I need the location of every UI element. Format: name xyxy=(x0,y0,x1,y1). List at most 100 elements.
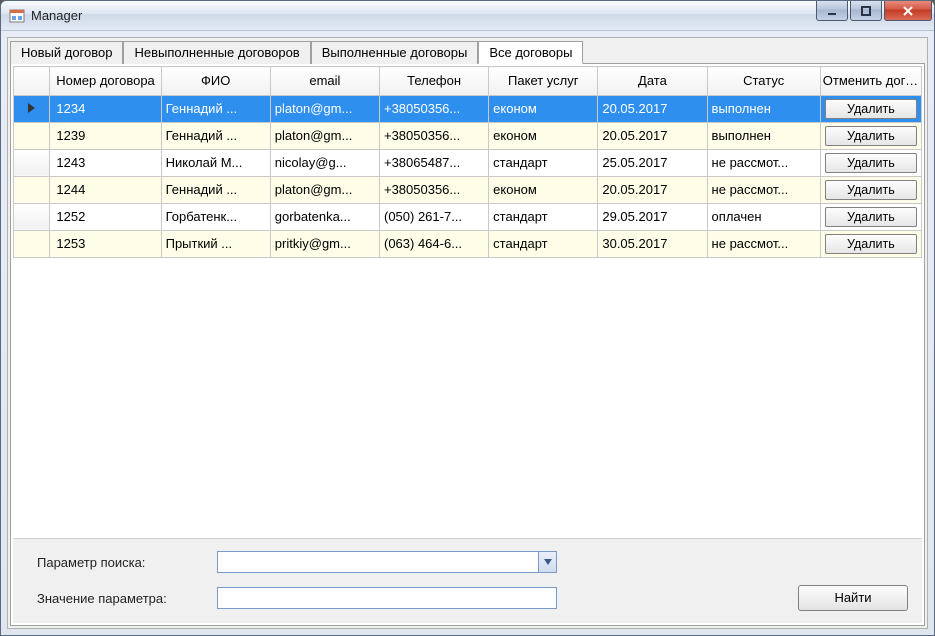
cell-phone[interactable]: +38050356... xyxy=(379,176,488,203)
app-icon xyxy=(9,8,25,24)
cell-cancel: Удалить xyxy=(820,176,921,203)
contracts-grid[interactable]: Номер договора ФИО email Телефон Пакет у… xyxy=(13,66,922,538)
app-window: Manager Новый договор Невыполненные дого… xyxy=(0,0,935,636)
cell-fio[interactable]: Геннадий ... xyxy=(161,122,270,149)
search-param-input[interactable] xyxy=(217,551,557,573)
row-header[interactable] xyxy=(14,149,50,176)
table-row[interactable]: 1252Горбатенк...gorbatenka...(050) 261-7… xyxy=(14,203,922,230)
cell-status[interactable]: не рассмот... xyxy=(707,149,820,176)
cell-date[interactable]: 30.05.2017 xyxy=(598,230,707,257)
cell-number[interactable]: 1234 xyxy=(50,95,161,122)
cell-number[interactable]: 1244 xyxy=(50,176,161,203)
row-header[interactable] xyxy=(14,95,50,122)
row-header[interactable] xyxy=(14,176,50,203)
cell-date[interactable]: 20.05.2017 xyxy=(598,176,707,203)
tab-label: Невыполненные договоров xyxy=(134,45,299,60)
cell-fio[interactable]: Прыткий ... xyxy=(161,230,270,257)
client-area: Новый договор Невыполненные договоров Вы… xyxy=(7,37,928,629)
col-date[interactable]: Дата xyxy=(598,67,707,96)
cell-package[interactable]: стандарт xyxy=(489,203,598,230)
delete-button[interactable]: Удалить xyxy=(825,207,917,227)
cell-date[interactable]: 20.05.2017 xyxy=(598,122,707,149)
search-value-input[interactable] xyxy=(217,587,557,609)
table-row[interactable]: 1244Геннадий ...platon@gm...+38050356...… xyxy=(14,176,922,203)
cell-date[interactable]: 20.05.2017 xyxy=(598,95,707,122)
row-header[interactable] xyxy=(14,203,50,230)
tab-body: Номер договора ФИО email Телефон Пакет у… xyxy=(10,63,925,626)
row-header[interactable] xyxy=(14,122,50,149)
col-package[interactable]: Пакет услуг xyxy=(489,67,598,96)
delete-button[interactable]: Удалить xyxy=(825,180,917,200)
col-email[interactable]: email xyxy=(270,67,379,96)
close-button[interactable] xyxy=(884,1,932,21)
cell-number[interactable]: 1239 xyxy=(50,122,161,149)
table-row[interactable]: 1243Николай М...nicolay@g...+38065487...… xyxy=(14,149,922,176)
cell-status[interactable]: выполнен xyxy=(707,95,820,122)
cell-cancel: Удалить xyxy=(820,122,921,149)
cell-fio[interactable]: Геннадий ... xyxy=(161,176,270,203)
cell-cancel: Удалить xyxy=(820,203,921,230)
titlebar[interactable]: Manager xyxy=(1,1,934,31)
cell-package[interactable]: стандарт xyxy=(489,149,598,176)
cell-status[interactable]: выполнен xyxy=(707,122,820,149)
delete-button[interactable]: Удалить xyxy=(825,126,917,146)
col-fio[interactable]: ФИО xyxy=(161,67,270,96)
window-controls xyxy=(816,1,932,21)
tabstrip: Новый договор Невыполненные договоров Вы… xyxy=(8,38,927,63)
cell-phone[interactable]: (050) 261-7... xyxy=(379,203,488,230)
tab-new-contract[interactable]: Новый договор xyxy=(10,41,123,64)
table-row[interactable]: 1253Прыткий ...pritkiy@gm...(063) 464-6.… xyxy=(14,230,922,257)
cell-email[interactable]: gorbatenka... xyxy=(270,203,379,230)
cell-status[interactable]: не рассмот... xyxy=(707,176,820,203)
cell-status[interactable]: не рассмот... xyxy=(707,230,820,257)
row-header-corner[interactable] xyxy=(14,67,50,96)
cell-email[interactable]: platon@gm... xyxy=(270,176,379,203)
cell-package[interactable]: економ xyxy=(489,95,598,122)
col-status[interactable]: Статус xyxy=(707,67,820,96)
tab-label: Все договоры xyxy=(489,45,572,60)
col-cancel[interactable]: Отменить договор xyxy=(820,67,921,96)
cell-package[interactable]: економ xyxy=(489,122,598,149)
tab-unfulfilled-contracts[interactable]: Невыполненные договоров xyxy=(123,41,310,64)
tab-fulfilled-contracts[interactable]: Выполненные договоры xyxy=(311,41,479,64)
cell-package[interactable]: стандарт xyxy=(489,230,598,257)
cell-cancel: Удалить xyxy=(820,95,921,122)
cell-number[interactable]: 1253 xyxy=(50,230,161,257)
table-row[interactable]: 1234Геннадий ...platon@gm...+38050356...… xyxy=(14,95,922,122)
cell-phone[interactable]: +38065487... xyxy=(379,149,488,176)
cell-fio[interactable]: Геннадий ... xyxy=(161,95,270,122)
cell-phone[interactable]: (063) 464-6... xyxy=(379,230,488,257)
row-header[interactable] xyxy=(14,230,50,257)
cell-number[interactable]: 1243 xyxy=(50,149,161,176)
tab-label: Выполненные договоры xyxy=(322,45,468,60)
table-row[interactable]: 1239Геннадий ...platon@gm...+38050356...… xyxy=(14,122,922,149)
col-number[interactable]: Номер договора xyxy=(50,67,161,96)
cell-phone[interactable]: +38050356... xyxy=(379,122,488,149)
search-value-label: Значение параметра: xyxy=(37,591,217,606)
cell-package[interactable]: економ xyxy=(489,176,598,203)
cell-fio[interactable]: Николай М... xyxy=(161,149,270,176)
cell-number[interactable]: 1252 xyxy=(50,203,161,230)
cell-email[interactable]: platon@gm... xyxy=(270,122,379,149)
col-phone[interactable]: Телефон xyxy=(379,67,488,96)
maximize-button[interactable] xyxy=(850,1,882,21)
delete-button[interactable]: Удалить xyxy=(825,153,917,173)
cell-email[interactable]: platon@gm... xyxy=(270,95,379,122)
cell-fio[interactable]: Горбатенк... xyxy=(161,203,270,230)
chevron-down-icon[interactable] xyxy=(538,552,556,572)
cell-status[interactable]: оплачен xyxy=(707,203,820,230)
cell-cancel: Удалить xyxy=(820,149,921,176)
search-param-combo[interactable] xyxy=(217,551,557,573)
cell-cancel: Удалить xyxy=(820,230,921,257)
cell-date[interactable]: 29.05.2017 xyxy=(598,203,707,230)
minimize-button[interactable] xyxy=(816,1,848,21)
cell-email[interactable]: pritkiy@gm... xyxy=(270,230,379,257)
current-row-icon xyxy=(28,103,35,113)
cell-email[interactable]: nicolay@g... xyxy=(270,149,379,176)
tab-all-contracts[interactable]: Все договоры xyxy=(478,41,583,64)
cell-date[interactable]: 25.05.2017 xyxy=(598,149,707,176)
delete-button[interactable]: Удалить xyxy=(825,99,917,119)
cell-phone[interactable]: +38050356... xyxy=(379,95,488,122)
delete-button[interactable]: Удалить xyxy=(825,234,917,254)
find-button[interactable]: Найти xyxy=(798,585,908,611)
